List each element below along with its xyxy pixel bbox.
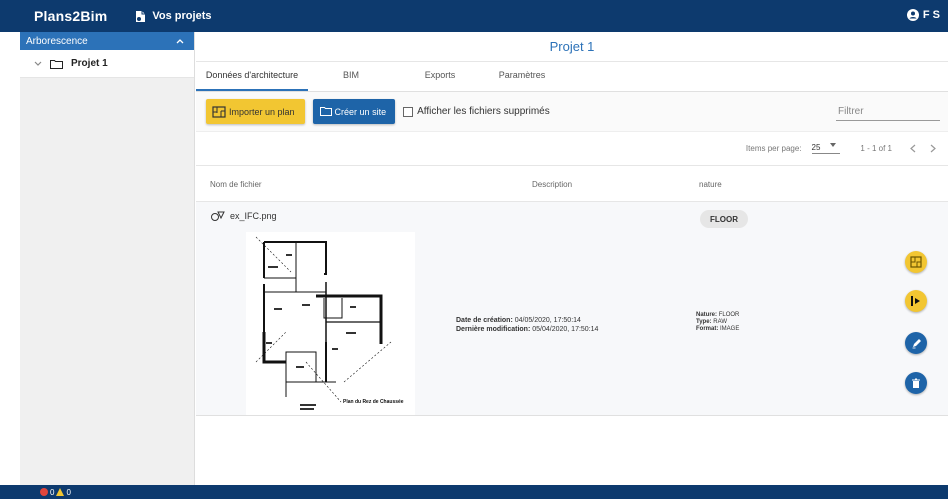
filter-input[interactable]: Filtrer <box>836 106 940 121</box>
delete-button[interactable] <box>905 372 927 394</box>
floor-plan-drawing <box>255 236 392 410</box>
tree-header-label: Arborescence <box>26 35 88 47</box>
type-label: Type: <box>696 319 712 325</box>
tree-item-projet-1[interactable]: Projet 1 <box>20 50 194 78</box>
description-cell: Date de création: 04/05/2020, 17:50:14 D… <box>456 316 598 334</box>
sidebar: Arborescence Projet 1 <box>20 32 195 485</box>
next-page-icon[interactable] <box>930 144 936 153</box>
created-label: Date de création: <box>456 317 513 324</box>
nature-value: FLOOR <box>718 312 740 318</box>
modified-value: 05/04/2020, 17:50:14 <box>532 326 599 333</box>
folder-icon <box>50 59 63 69</box>
account-icon <box>906 9 919 21</box>
file-name: ex_IFC.png <box>230 211 277 221</box>
created-value: 04/05/2020, 17:50:14 <box>514 317 581 324</box>
status-bar: 0 0 <box>0 485 948 499</box>
nature-label: Nature: <box>696 312 718 318</box>
edit-button[interactable] <box>905 332 927 354</box>
user-initials: F S <box>922 9 940 21</box>
show-deleted-label: Afficher les fichiers supprimés <box>417 106 550 117</box>
nature-badge: FLOOR <box>700 210 748 228</box>
left-margin <box>0 32 20 485</box>
items-per-page-value: 25 <box>811 143 821 152</box>
create-site-label: Créer un site <box>334 106 387 117</box>
projects-label: Vos projets <box>152 10 212 22</box>
dropdown-arrow-icon <box>830 143 837 147</box>
plan-thumbnail[interactable]: Plan du Rez de Chaussée <box>246 232 415 415</box>
projects-icon <box>136 10 146 22</box>
type-value: RAW <box>713 319 728 325</box>
page-range: 1 - 1 of 1 <box>860 144 892 153</box>
pencil-icon <box>912 338 921 348</box>
modified-label: Dernière modification: <box>456 326 531 333</box>
folder-icon <box>319 107 332 116</box>
brand-logo[interactable]: Plans2Bim <box>34 8 107 24</box>
import-plan-button[interactable]: Importer un plan <box>206 99 305 124</box>
tab-bim[interactable]: BIM <box>308 70 394 91</box>
format-label: Format: <box>696 326 719 332</box>
top-bar: Plans2Bim Vos projets F S <box>0 0 948 32</box>
tab-parametres[interactable]: Paramètres <box>486 70 558 91</box>
main-panel: Projet 1 Données d'architecture BIM Expo… <box>196 32 948 485</box>
paginator: Items per page: 25 1 - 1 of 1 <box>196 132 948 166</box>
tree-header[interactable]: Arborescence <box>20 32 194 50</box>
tree-item-label: Projet 1 <box>71 58 108 69</box>
floor-plan-icon <box>212 105 226 118</box>
warning-count: 0 <box>66 487 71 497</box>
import-plan-label: Importer un plan <box>229 106 295 117</box>
format-value: IMAGE <box>720 326 740 332</box>
tab-bar: Données d'architecture BIM Exports Param… <box>196 62 948 92</box>
previous-page-icon[interactable] <box>910 144 916 153</box>
toolbar: Importer un plan Créer un site Afficher … <box>196 92 948 132</box>
user-menu[interactable]: F S <box>906 9 940 21</box>
page-title: Projet 1 <box>196 32 948 62</box>
file-cell[interactable]: ex_IFC.png <box>210 210 277 222</box>
items-per-page-label: Items per page: <box>745 144 802 153</box>
export-button[interactable] <box>905 290 927 312</box>
shapes-icon <box>211 211 225 221</box>
create-site-button[interactable]: Créer un site <box>312 99 396 124</box>
chevron-up-icon[interactable] <box>176 38 184 44</box>
items-per-page-select[interactable]: 25 <box>811 143 841 154</box>
show-deleted-checkbox[interactable]: Afficher les fichiers supprimés <box>403 106 550 117</box>
tab-architecture[interactable]: Données d'architecture <box>196 70 308 91</box>
chevron-down-icon[interactable] <box>34 61 42 67</box>
nature-details: Nature: FLOOR Type: RAW Format: IMAGE <box>696 312 739 333</box>
warning-icon <box>56 488 65 496</box>
checkbox-box[interactable] <box>403 106 414 117</box>
column-description[interactable]: Description <box>532 180 572 189</box>
error-icon <box>40 488 48 496</box>
export-arrow-icon <box>911 296 920 306</box>
error-count: 0 <box>50 487 55 497</box>
floor-plan-icon <box>910 256 922 268</box>
projects-link[interactable]: Vos projets <box>135 10 211 23</box>
column-nature[interactable]: nature <box>699 180 722 189</box>
tab-exports[interactable]: Exports <box>394 70 486 91</box>
table-row[interactable]: ex_IFC.png Plan du Rez de Chaussée Date … <box>196 202 948 416</box>
column-filename[interactable]: Nom de fichier <box>210 180 262 189</box>
table-header: Nom de fichier Description nature <box>196 166 948 202</box>
trash-icon <box>912 378 920 388</box>
view-plan-button[interactable] <box>905 251 927 273</box>
plan-caption: Plan du Rez de Chaussée <box>343 399 404 405</box>
